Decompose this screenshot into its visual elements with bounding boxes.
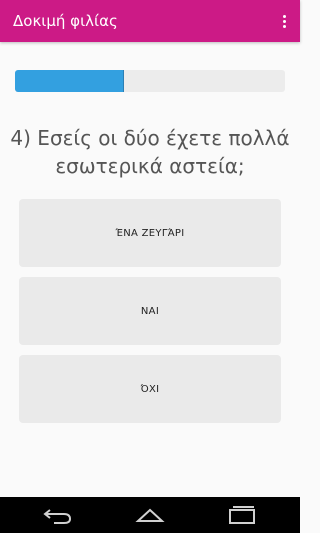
answer-label: ΈΝΑ ΖΕΥΓΆΡΙ	[115, 227, 185, 239]
progress-fill	[15, 70, 124, 92]
recents-icon[interactable]	[222, 504, 262, 526]
home-icon[interactable]	[130, 504, 170, 526]
progress-bar	[15, 70, 285, 92]
answer-option-2[interactable]: ΝΑΙ	[19, 277, 281, 345]
app-title: Δοκιμή φιλίας	[13, 12, 118, 30]
overflow-menu-icon[interactable]	[272, 0, 296, 42]
back-icon[interactable]	[38, 504, 78, 526]
answer-label: ΌΧΙ	[140, 383, 160, 395]
question-text: 4) Εσείς οι δύο έχετε πολλά εσωτερικά ασ…	[10, 126, 290, 178]
answer-option-3[interactable]: ΌΧΙ	[19, 355, 281, 423]
system-navigation-bar	[0, 497, 300, 533]
answer-label: ΝΑΙ	[140, 305, 160, 317]
answer-option-1[interactable]: ΈΝΑ ΖΕΥΓΆΡΙ	[19, 199, 281, 267]
app-bar: Δοκιμή φιλίας	[0, 0, 300, 42]
